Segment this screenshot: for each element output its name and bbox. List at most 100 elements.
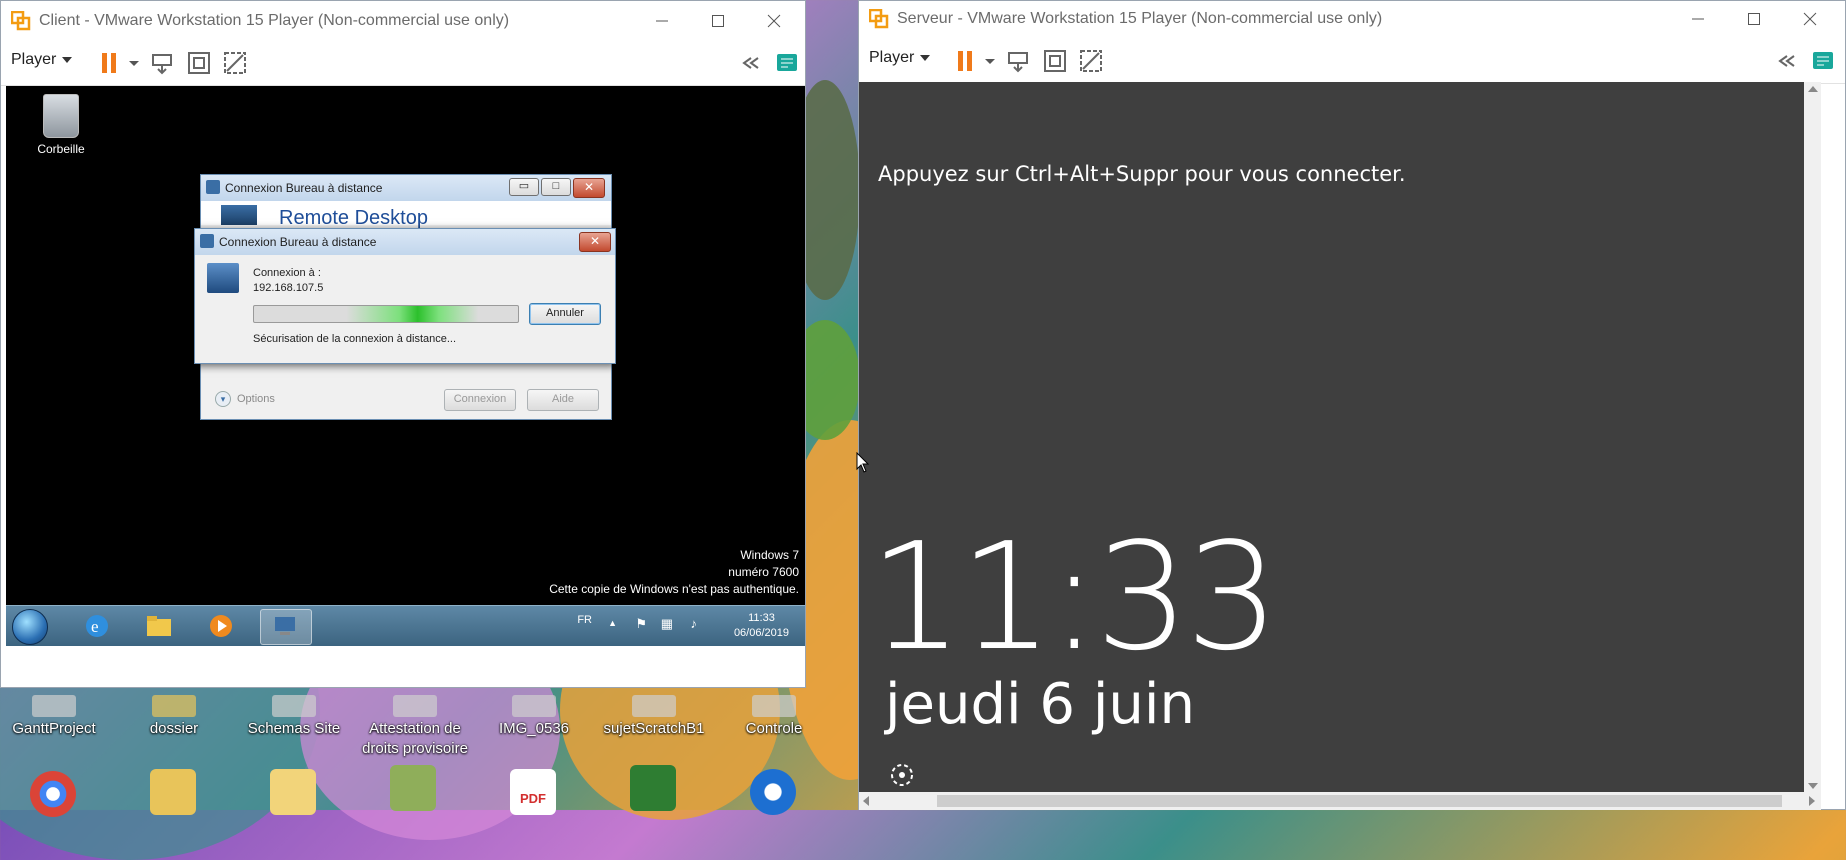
recycle-bin-icon	[43, 94, 79, 138]
minimize-button[interactable]	[639, 7, 685, 35]
maximize-button[interactable]	[1731, 5, 1777, 33]
rdp-main-title: Connexion Bureau à distance	[225, 181, 383, 195]
vmware-logo-icon	[11, 11, 31, 31]
chevron-up-icon[interactable]: ▲	[608, 618, 617, 628]
desktop-icon-sujetscratchb1[interactable]: sujetScratchB1	[594, 695, 714, 739]
rdp-main-titlebar[interactable]: Connexion Bureau à distance ▭ □ ✕	[201, 175, 611, 201]
desktop-icon-label: Schemas Site	[247, 720, 341, 737]
close-icon	[1803, 12, 1817, 26]
scroll-right-arrow-icon[interactable]	[1809, 796, 1815, 806]
options-toggle[interactable]: ▾ Options	[215, 391, 275, 407]
client-titlebar[interactable]: Client - VMware Workstation 15 Player (N…	[1, 1, 805, 41]
taskbar-internet-explorer[interactable]: e	[72, 609, 122, 643]
teamviewer-icon[interactable]	[750, 769, 796, 815]
desktop-icon-label: Attestation de droits provisoire	[362, 720, 468, 757]
note-icon	[1813, 52, 1833, 69]
player-menu-label: Player	[869, 49, 915, 66]
computer-network-icon	[207, 263, 239, 293]
tools-icon[interactable]	[630, 765, 676, 811]
close-button[interactable]	[751, 7, 797, 35]
taskbar-explorer[interactable]	[134, 609, 184, 643]
ease-of-access-icon[interactable]	[889, 762, 915, 788]
client-window-title: Client - VMware Workstation 15 Player (N…	[39, 12, 510, 29]
server-guest-screen[interactable]: Appuyez sur Ctrl+Alt+Suppr pour vous con…	[859, 82, 1821, 792]
vmware-logo-icon	[869, 9, 889, 29]
archive-icon[interactable]	[390, 765, 436, 811]
unity-button[interactable]	[223, 51, 247, 75]
scroll-up-arrow-icon[interactable]	[1808, 86, 1818, 92]
send-ctrl-alt-del-button[interactable]	[1007, 49, 1031, 73]
volume-icon[interactable]: ♪	[691, 616, 698, 631]
chevron-down-icon: ▾	[215, 391, 231, 407]
desktop-icon-schemas-site[interactable]: Schemas Site	[234, 695, 354, 739]
cancel-button[interactable]: Annuler	[529, 303, 601, 325]
minimize-button[interactable]	[1675, 5, 1721, 33]
close-icon	[767, 14, 781, 28]
pause-button[interactable]	[99, 51, 123, 75]
connection-progress-bar	[253, 305, 519, 323]
taskbar-remote-desktop[interactable]	[260, 609, 312, 645]
rdp-progress-dialog[interactable]: Connexion Bureau à distance ✕ Connexion …	[194, 228, 616, 364]
network-icon[interactable]: ▦	[661, 616, 673, 632]
client-vmware-window[interactable]: Client - VMware Workstation 15 Player (N…	[0, 0, 806, 688]
start-button[interactable]	[12, 609, 48, 645]
full-screen-button[interactable]	[187, 51, 211, 75]
collapse-toolbar-button[interactable]	[739, 51, 763, 75]
unity-icon	[1080, 50, 1102, 72]
full-screen-button[interactable]	[1043, 49, 1067, 73]
horizontal-scrollbar-thumb[interactable]	[937, 795, 1782, 807]
client-guest-screen[interactable]: Corbeille Connexion Bureau à distance ▭ …	[6, 86, 805, 646]
desktop-icon-dossier[interactable]: dossier	[114, 695, 234, 739]
document-icon	[393, 695, 437, 717]
send-ctrl-alt-del-button[interactable]	[151, 51, 175, 75]
scroll-down-arrow-icon[interactable]	[1808, 783, 1818, 789]
desktop-icon-attestation[interactable]: Attestation de droits provisoire	[354, 695, 476, 759]
horizontal-scrollbar[interactable]	[859, 792, 1821, 810]
maximize-button[interactable]	[695, 7, 741, 35]
server-titlebar[interactable]: Serveur - VMware Workstation 15 Player (…	[859, 1, 1845, 39]
rdp-progress-titlebar[interactable]: Connexion Bureau à distance ✕	[195, 229, 615, 255]
connect-button[interactable]: Connexion	[444, 389, 516, 411]
pause-dropdown-button[interactable]	[127, 51, 141, 75]
maximize-button[interactable]: □	[541, 178, 571, 196]
desktop-icon-recycle-bin[interactable]: Corbeille	[26, 94, 96, 156]
pause-button[interactable]	[955, 49, 979, 73]
folder-icon[interactable]	[270, 769, 316, 815]
desktop-icon-ganttproject[interactable]: GanttProject	[0, 695, 114, 739]
help-button[interactable]: Aide	[527, 389, 599, 411]
folder-icon[interactable]	[150, 769, 196, 815]
pdf-icon[interactable]: PDF	[510, 769, 556, 815]
unity-icon	[224, 52, 246, 74]
unity-button[interactable]	[1079, 49, 1103, 73]
player-menu-button[interactable]: Player	[11, 51, 73, 69]
desktop-icon-controle[interactable]: Controle	[714, 695, 834, 739]
chevron-down-icon	[920, 55, 931, 61]
message-log-button[interactable]	[775, 51, 799, 75]
close-button[interactable]	[1787, 5, 1833, 33]
close-button[interactable]: ✕	[579, 232, 611, 252]
scroll-left-arrow-icon[interactable]	[863, 796, 869, 806]
close-button[interactable]: ✕	[573, 178, 605, 198]
desktop-icon-label: dossier	[149, 720, 199, 737]
taskbar-media-player[interactable]	[196, 609, 246, 643]
clock[interactable]: 11:33 06/06/2019	[734, 611, 789, 641]
guest-taskbar: e FR ▲ ⚑ ▦ ♪ 11:33 06/06/2019	[6, 605, 805, 646]
desktop-icon-img-0536[interactable]: IMG_0536	[474, 695, 594, 739]
message-log-button[interactable]	[1811, 49, 1835, 73]
language-indicator[interactable]: FR	[577, 614, 592, 626]
host-desktop-icons-second-row: PDF	[0, 765, 860, 817]
image-icon	[512, 695, 556, 717]
pause-dropdown-button[interactable]	[983, 49, 997, 73]
remote-desktop-icon	[275, 617, 295, 635]
minimize-button[interactable]: ▭	[509, 178, 539, 196]
action-center-flag-icon[interactable]: ⚑	[635, 616, 647, 632]
folder-icon	[152, 695, 196, 717]
chrome-icon[interactable]	[30, 771, 76, 817]
clock-date: 06/06/2019	[733, 627, 789, 639]
collapse-toolbar-button[interactable]	[1775, 49, 1799, 73]
vertical-scrollbar[interactable]	[1804, 82, 1821, 792]
player-menu-button[interactable]: Player	[869, 49, 931, 67]
chevron-down-icon	[985, 59, 995, 64]
chevron-down-icon	[62, 57, 73, 63]
close-icon: ✕	[589, 234, 601, 248]
